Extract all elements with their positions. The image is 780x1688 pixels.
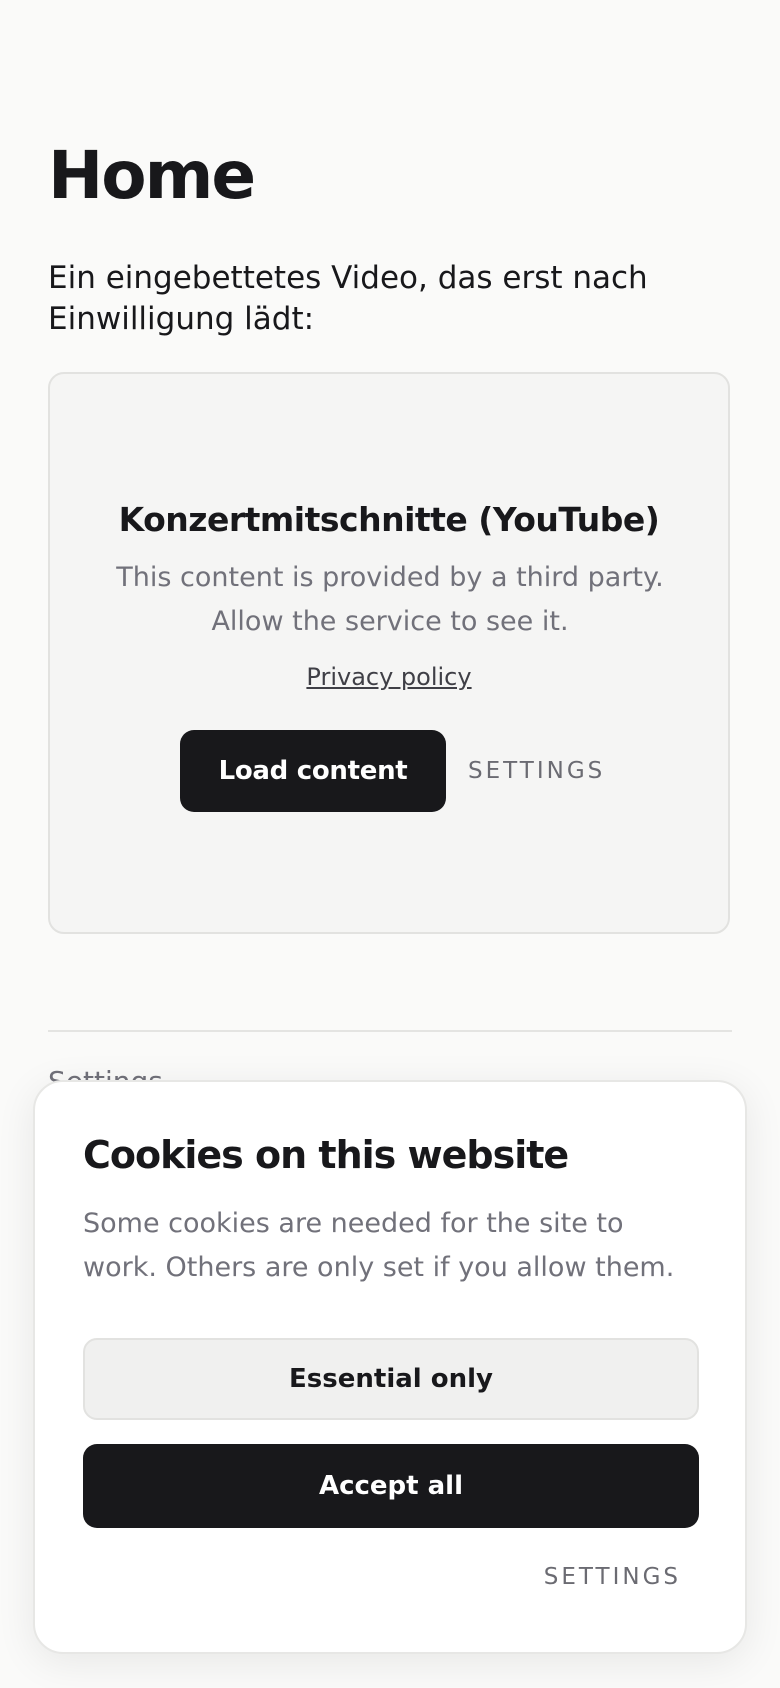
privacy-policy-link[interactable]: Privacy policy	[50, 660, 728, 694]
embed-settings-link[interactable]: SETTINGS	[468, 750, 605, 792]
load-content-button[interactable]: Load content	[180, 730, 446, 812]
embed-description: This content is provided by a third part…	[116, 562, 664, 637]
embed-title: Konzertmitschnitte (YouTube)	[118, 500, 660, 539]
essential-only-button[interactable]: Essential only	[83, 1338, 699, 1420]
cookie-banner-title: Cookies on this website	[83, 1133, 569, 1177]
cookie-banner: Cookies on this website Some cookies are…	[33, 1080, 747, 1654]
accept-all-button[interactable]: Accept all	[83, 1444, 699, 1528]
cookie-settings-link[interactable]: SETTINGS	[544, 1556, 681, 1598]
page-title: Home	[48, 137, 256, 214]
intro-text: Ein eingebettetes Video, das erst nach E…	[48, 260, 648, 337]
embed-placeholder-card: Konzertmitschnitte (YouTube) This conten…	[48, 372, 730, 934]
divider	[48, 1030, 732, 1032]
cookie-banner-description: Some cookies are needed for the site to …	[83, 1208, 675, 1283]
